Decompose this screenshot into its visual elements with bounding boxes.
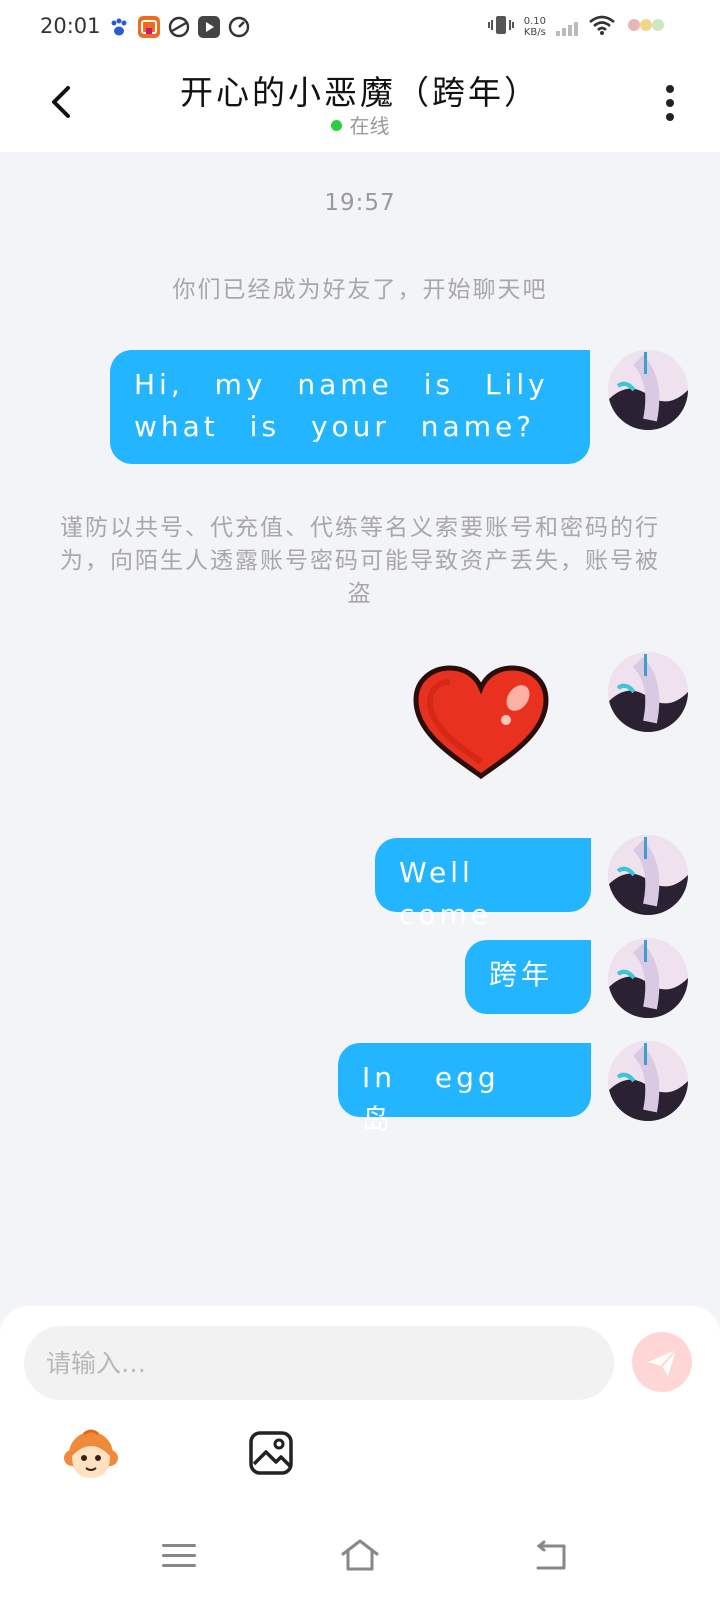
baidu-paw-icon [108, 16, 130, 38]
home-icon[interactable] [340, 1538, 380, 1572]
more-dot-icon [666, 85, 674, 93]
avatar[interactable] [608, 652, 688, 732]
speed-app-icon [228, 16, 250, 38]
avatar[interactable] [608, 350, 688, 430]
avatar[interactable] [608, 938, 688, 1018]
message-bubble[interactable]: Well come [375, 838, 591, 931]
avatar[interactable] [608, 1041, 688, 1121]
send-icon [648, 1349, 677, 1376]
net-speed: 0.10 KB/s [524, 16, 546, 38]
image-button[interactable] [248, 1430, 294, 1476]
net-speed-value: 0.10 [523, 16, 546, 27]
chat-header: 开心的小恶魔（跨年） 在线 [0, 52, 720, 152]
avatar[interactable] [608, 835, 688, 915]
wifi-icon [588, 14, 616, 40]
vibrate-icon [487, 14, 514, 40]
system-security-warning: 谨防以共号、代充值、代练等名义索要账号和密码的行为，向陌生人透露账号密码可能导致… [60, 515, 660, 607]
status-right: 0.10 KB/s [487, 14, 668, 40]
chat-title: 开心的小恶魔（跨年） [180, 73, 540, 112]
send-button[interactable] [632, 1332, 692, 1392]
net-speed-unit: KB/s [523, 27, 546, 38]
status-app-icons [108, 16, 250, 38]
more-dot-icon [666, 99, 674, 107]
status-time: 20:01 [40, 14, 101, 38]
presence-label: 在线 [349, 114, 390, 138]
more-dot-icon [666, 113, 674, 121]
video-app-icon [138, 16, 160, 38]
emoji-button[interactable] [62, 1426, 120, 1484]
message-bubble[interactable]: Hi, my name is Lily what is your name? [110, 350, 590, 464]
signal-icon [556, 18, 578, 36]
image-icon [249, 1431, 293, 1475]
browser-app-icon [168, 16, 190, 38]
message-bubble[interactable]: In egg 岛 [338, 1043, 591, 1136]
back-nav-icon[interactable] [534, 1540, 570, 1572]
chat-timestamp: 19:57 [324, 190, 396, 216]
message-input[interactable] [24, 1326, 614, 1400]
more-options-button[interactable] [660, 82, 680, 126]
player-app-icon [198, 16, 220, 38]
monkey-emoji-icon [64, 1429, 118, 1478]
online-dot-icon [330, 120, 342, 131]
status-bar: 20:01 0.10 KB/s [0, 0, 720, 52]
heart-icon[interactable] [410, 662, 552, 782]
menu-icon[interactable] [162, 1544, 196, 1570]
battery-icon [626, 14, 668, 40]
system-friend-notice: 你们已经成为好友了，开始聊天吧 [172, 277, 548, 303]
presence-status: 在线 [0, 110, 720, 139]
message-bubble[interactable]: 跨年 [465, 940, 591, 1014]
